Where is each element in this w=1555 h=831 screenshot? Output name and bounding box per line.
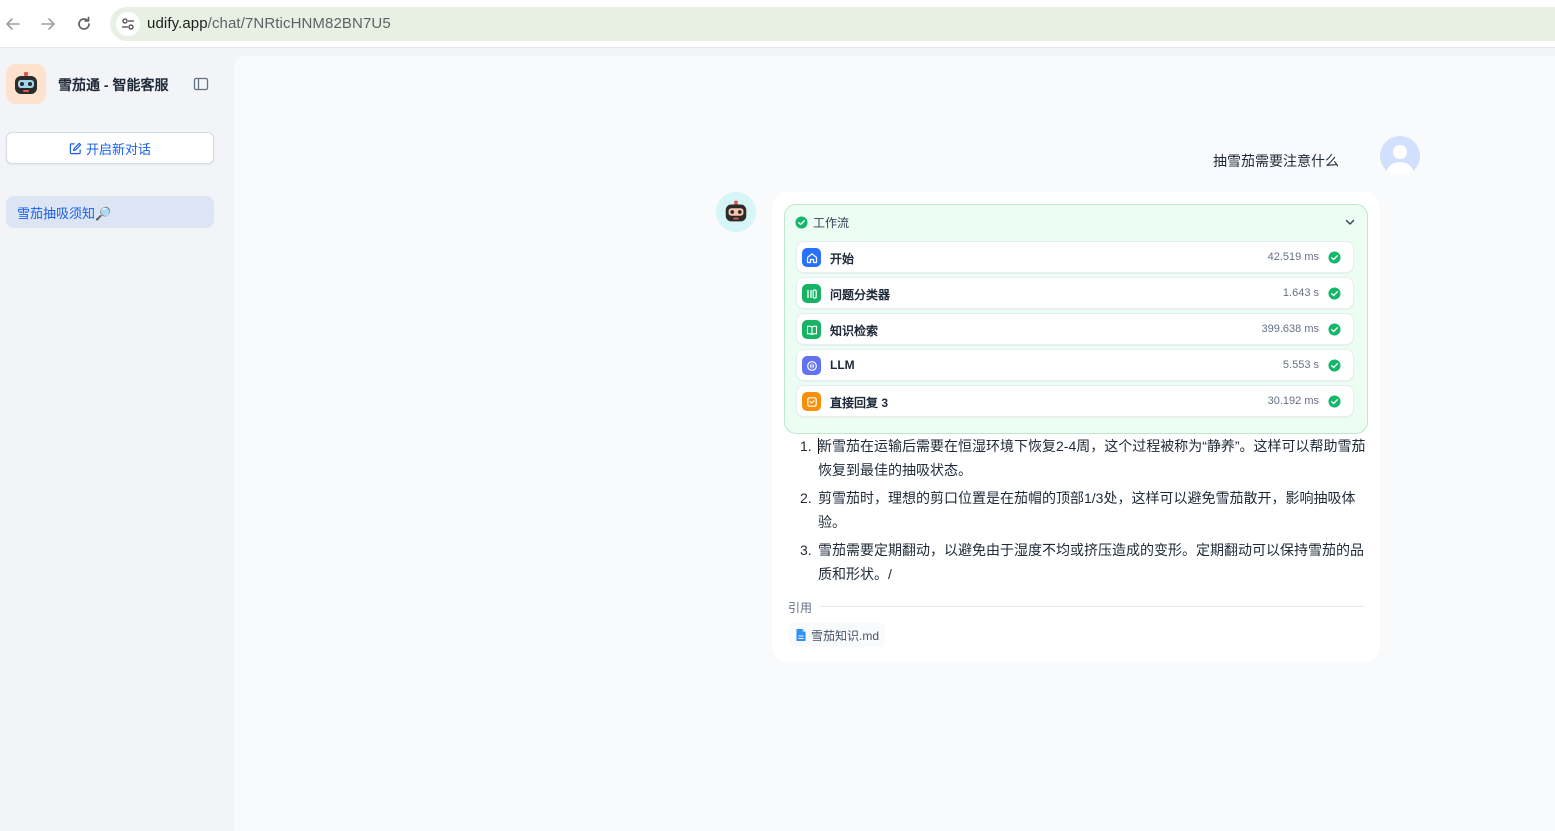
workflow-node-llm[interactable]: LLM 5.553 s (796, 349, 1354, 381)
list-item: 1. 新雪茄在运输后需要在恒湿环境下恢复2-4周，这个过程被称为“静养”。这样可… (794, 434, 1366, 482)
workflow-node-classifier[interactable]: 问题分类器 1.643 s (796, 277, 1354, 309)
citation-label: 引用 (788, 601, 813, 615)
forward-icon[interactable] (36, 12, 60, 36)
citation-chip[interactable]: 雪茄知识.md (789, 623, 886, 647)
node-title: 直接回复 3 (830, 396, 889, 410)
user-icon (1387, 145, 1413, 176)
check-circle-icon (1328, 359, 1341, 372)
workflow-node-direct-reply[interactable]: 直接回复 3 30.192 ms (796, 385, 1354, 417)
llm-icon (802, 356, 821, 375)
reply-icon (802, 392, 821, 411)
list-number: 3. (800, 542, 812, 558)
user-message: 抽雪茄需要注意什么 (1213, 153, 1339, 169)
sidebar-item-conversation[interactable]: 雪茄抽吸须知🔎 (6, 196, 214, 228)
workflow-header[interactable]: 工作流 (795, 214, 849, 231)
answer-text: 新雪茄在运输后需要在恒湿环境下恢复2-4周，这个过程被称为“静养”。这样可以帮助… (818, 438, 1366, 478)
robot-icon (15, 72, 37, 94)
reload-icon[interactable] (72, 12, 96, 36)
node-duration: 42.519 ms (1267, 251, 1319, 263)
check-circle-icon (1328, 395, 1341, 408)
workflow-panel: 工作流 开始 42.519 ms 问题分类器 1.643 s 知识检索 399.… (784, 204, 1368, 434)
url-text[interactable]: udify.app/chat/7NRticHNM82BN7U5 (147, 15, 391, 32)
list-item: 2. 剪雪茄时，理想的剪口位置是在茄帽的顶部1/3处，这样可以避免雪茄散开，影响… (794, 486, 1366, 534)
sidebar: 雪茄通 - 智能客服 开启新对话 雪茄抽吸须知🔎 (0, 48, 234, 831)
new-chat-button[interactable]: 开启新对话 (6, 132, 214, 164)
classifier-icon (802, 284, 821, 303)
new-chat-label: 开启新对话 (85, 141, 151, 157)
answer-text: 雪茄需要定期翻动，以避免由于湿度不均或挤压造成的变形。定期翻动可以保持雪茄的品质… (818, 542, 1364, 582)
chat-panel: 抽雪茄需要注意什么 工作流 开始 42.519 ms 问题分类器 1.643 s… (234, 56, 1555, 831)
answer-list: 1. 新雪茄在运输后需要在恒湿环境下恢复2-4周，这个过程被称为“静养”。这样可… (794, 434, 1366, 590)
sidebar-collapse-icon[interactable] (193, 76, 209, 92)
check-circle-icon (1328, 287, 1341, 300)
back-icon[interactable] (1, 12, 25, 36)
home-icon (802, 248, 821, 267)
workflow-node-start[interactable]: 开始 42.519 ms (796, 241, 1354, 273)
citation-divider (820, 606, 1364, 607)
workflow-node-knowledge-retrieval[interactable]: 知识检索 399.638 ms (796, 313, 1354, 345)
node-duration: 30.192 ms (1267, 395, 1319, 407)
chevron-down-icon[interactable] (1343, 215, 1357, 229)
conversation-label: 雪茄抽吸须知🔎 (17, 205, 112, 221)
node-duration: 1.643 s (1282, 287, 1319, 299)
node-title: 开始 (830, 252, 855, 266)
node-title: 问题分类器 (830, 288, 891, 302)
bot-answer-card: 工作流 开始 42.519 ms 问题分类器 1.643 s 知识检索 399.… (772, 192, 1380, 662)
check-circle-icon (1328, 251, 1341, 264)
check-circle-icon (1328, 323, 1341, 336)
list-number: 2. (800, 490, 812, 506)
list-item: 3. 雪茄需要定期翻动，以避免由于湿度不均或挤压造成的变形。定期翻动可以保持雪茄… (794, 538, 1366, 586)
workflow-title: 工作流 (813, 216, 850, 230)
list-number: 1. (800, 438, 812, 454)
document-icon (796, 629, 806, 641)
robot-icon (725, 200, 747, 222)
user-avatar (1380, 136, 1420, 176)
edit-icon (69, 142, 82, 154)
node-duration: 399.638 ms (1261, 323, 1319, 335)
answer-text: 剪雪茄时，理想的剪口位置是在茄帽的顶部1/3处，这样可以避免雪茄散开，影响抽吸体… (818, 490, 1356, 530)
node-title: 知识检索 (830, 324, 879, 338)
check-circle-icon (795, 216, 808, 229)
citation-file-name: 雪茄知识.md (811, 628, 880, 643)
site-info-icon[interactable] (116, 12, 140, 36)
app-title: 雪茄通 - 智能客服 (58, 77, 169, 93)
browser-toolbar: udify.app/chat/7NRticHNM82BN7U5 (0, 0, 1555, 48)
node-duration: 5.553 s (1282, 359, 1319, 371)
node-title: LLM (830, 358, 855, 372)
book-icon (802, 320, 821, 339)
address-bar[interactable]: udify.app/chat/7NRticHNM82BN7U5 (110, 7, 1555, 41)
app-logo (6, 64, 46, 104)
bot-avatar (716, 192, 756, 232)
